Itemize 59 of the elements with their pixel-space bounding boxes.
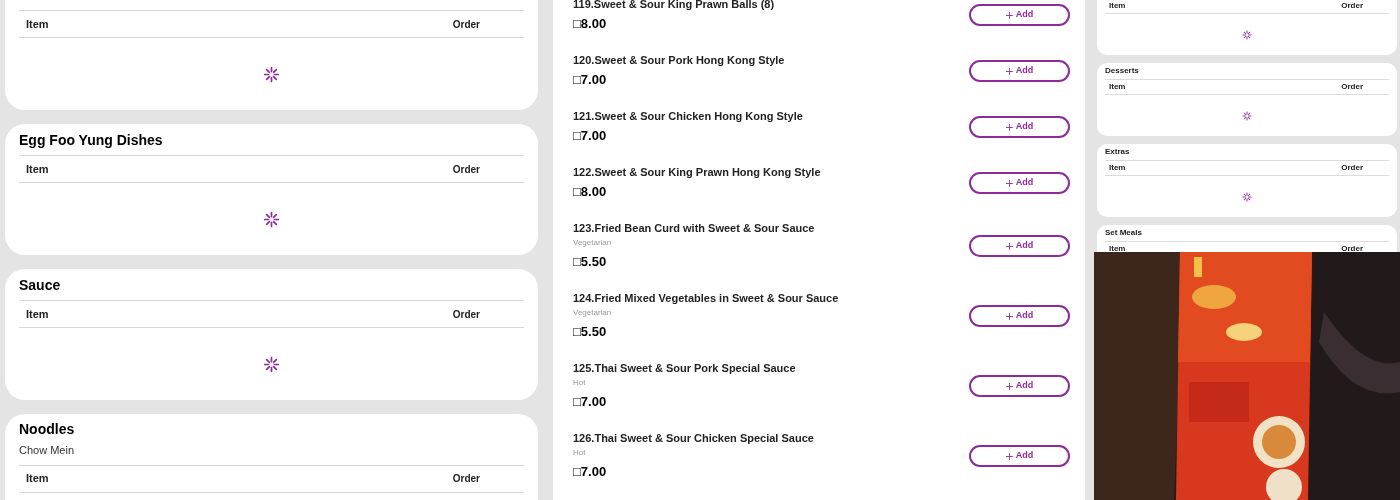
section-title: Noodles — [19, 420, 76, 438]
item-tag: Hot — [573, 446, 814, 460]
add-button[interactable]: Add — [969, 116, 1070, 138]
item-name: 124.Fried Mixed Vegetables in Sweet & Sour Sauce — [573, 291, 839, 306]
plus-icon — [1005, 242, 1013, 250]
column-header: Order — [452, 162, 480, 177]
column-header: Item — [26, 161, 49, 177]
plus-icon — [1005, 312, 1013, 320]
section-title: Extras — [1105, 147, 1130, 157]
add-button[interactable]: Add — [969, 172, 1070, 194]
column-header: Item — [26, 16, 49, 32]
plus-icon — [1005, 179, 1013, 187]
section-title: Desserts — [1105, 66, 1139, 76]
item-price: □8.00 — [573, 183, 608, 201]
add-button[interactable]: Add — [969, 305, 1070, 327]
item-price: □5.50 — [573, 323, 608, 341]
column-header: Order — [452, 17, 480, 32]
column-header: Item — [1109, 1, 1126, 11]
plus-icon — [1005, 11, 1013, 19]
item-price: □7.00 — [573, 127, 608, 145]
item-name: 119.Sweet & Sour King Prawn Balls (8) — [573, 0, 775, 12]
item-tag: Vegetarian — [573, 236, 815, 250]
add-button[interactable]: Add — [969, 4, 1070, 26]
item-tag: Hot — [573, 376, 796, 390]
item-price: □5.50 — [573, 253, 608, 271]
item-name: 126.Thai Sweet & Sour Chicken Special Sauce — [573, 431, 814, 446]
item-name: 125.Thai Sweet & Sour Pork Special Sauce — [573, 361, 796, 376]
item-name: 123.Fried Bean Curd with Sweet & Sour Sauce — [573, 221, 815, 236]
section-title: Set Meals — [1105, 228, 1142, 238]
item-price: □7.00 — [573, 393, 608, 411]
section-title: Egg Foo Yung Dishes — [19, 130, 164, 149]
column-header: Order — [452, 472, 480, 486]
add-button[interactable]: Add — [969, 235, 1070, 257]
item-name: 121.Sweet & Sour Chicken Hong Kong Style — [573, 109, 803, 124]
column-header: Item — [26, 471, 49, 487]
item-price: □7.00 — [573, 71, 608, 89]
plus-icon — [1005, 382, 1013, 390]
item-price: □7.00 — [573, 463, 608, 481]
column-header: Order — [1341, 82, 1363, 92]
column-header: Order — [1341, 1, 1363, 11]
section-title: Sauce — [19, 275, 62, 294]
column-header: Item — [1109, 82, 1126, 92]
plus-icon — [1005, 452, 1013, 460]
plus-icon — [1005, 123, 1013, 131]
column-header: Order — [1341, 163, 1363, 173]
item-name: 122.Sweet & Sour King Prawn Hong Kong Style — [573, 165, 821, 180]
column-header: Item — [1109, 244, 1126, 254]
column-header: Item — [1109, 163, 1126, 173]
column-header: Order — [452, 307, 480, 322]
section-subtitle: Chow Mein — [19, 443, 76, 458]
add-button[interactable]: Add — [969, 445, 1070, 467]
column-header: Order — [1341, 244, 1363, 254]
add-button[interactable]: Add — [969, 375, 1070, 397]
item-tag: Vegetarian — [573, 306, 839, 320]
plus-icon — [1005, 67, 1013, 75]
column-header: Item — [26, 306, 49, 322]
add-button[interactable]: Add — [969, 60, 1070, 82]
item-price: □8.00 — [573, 15, 608, 33]
item-name: 120.Sweet & Sour Pork Hong Kong Style — [573, 53, 785, 68]
